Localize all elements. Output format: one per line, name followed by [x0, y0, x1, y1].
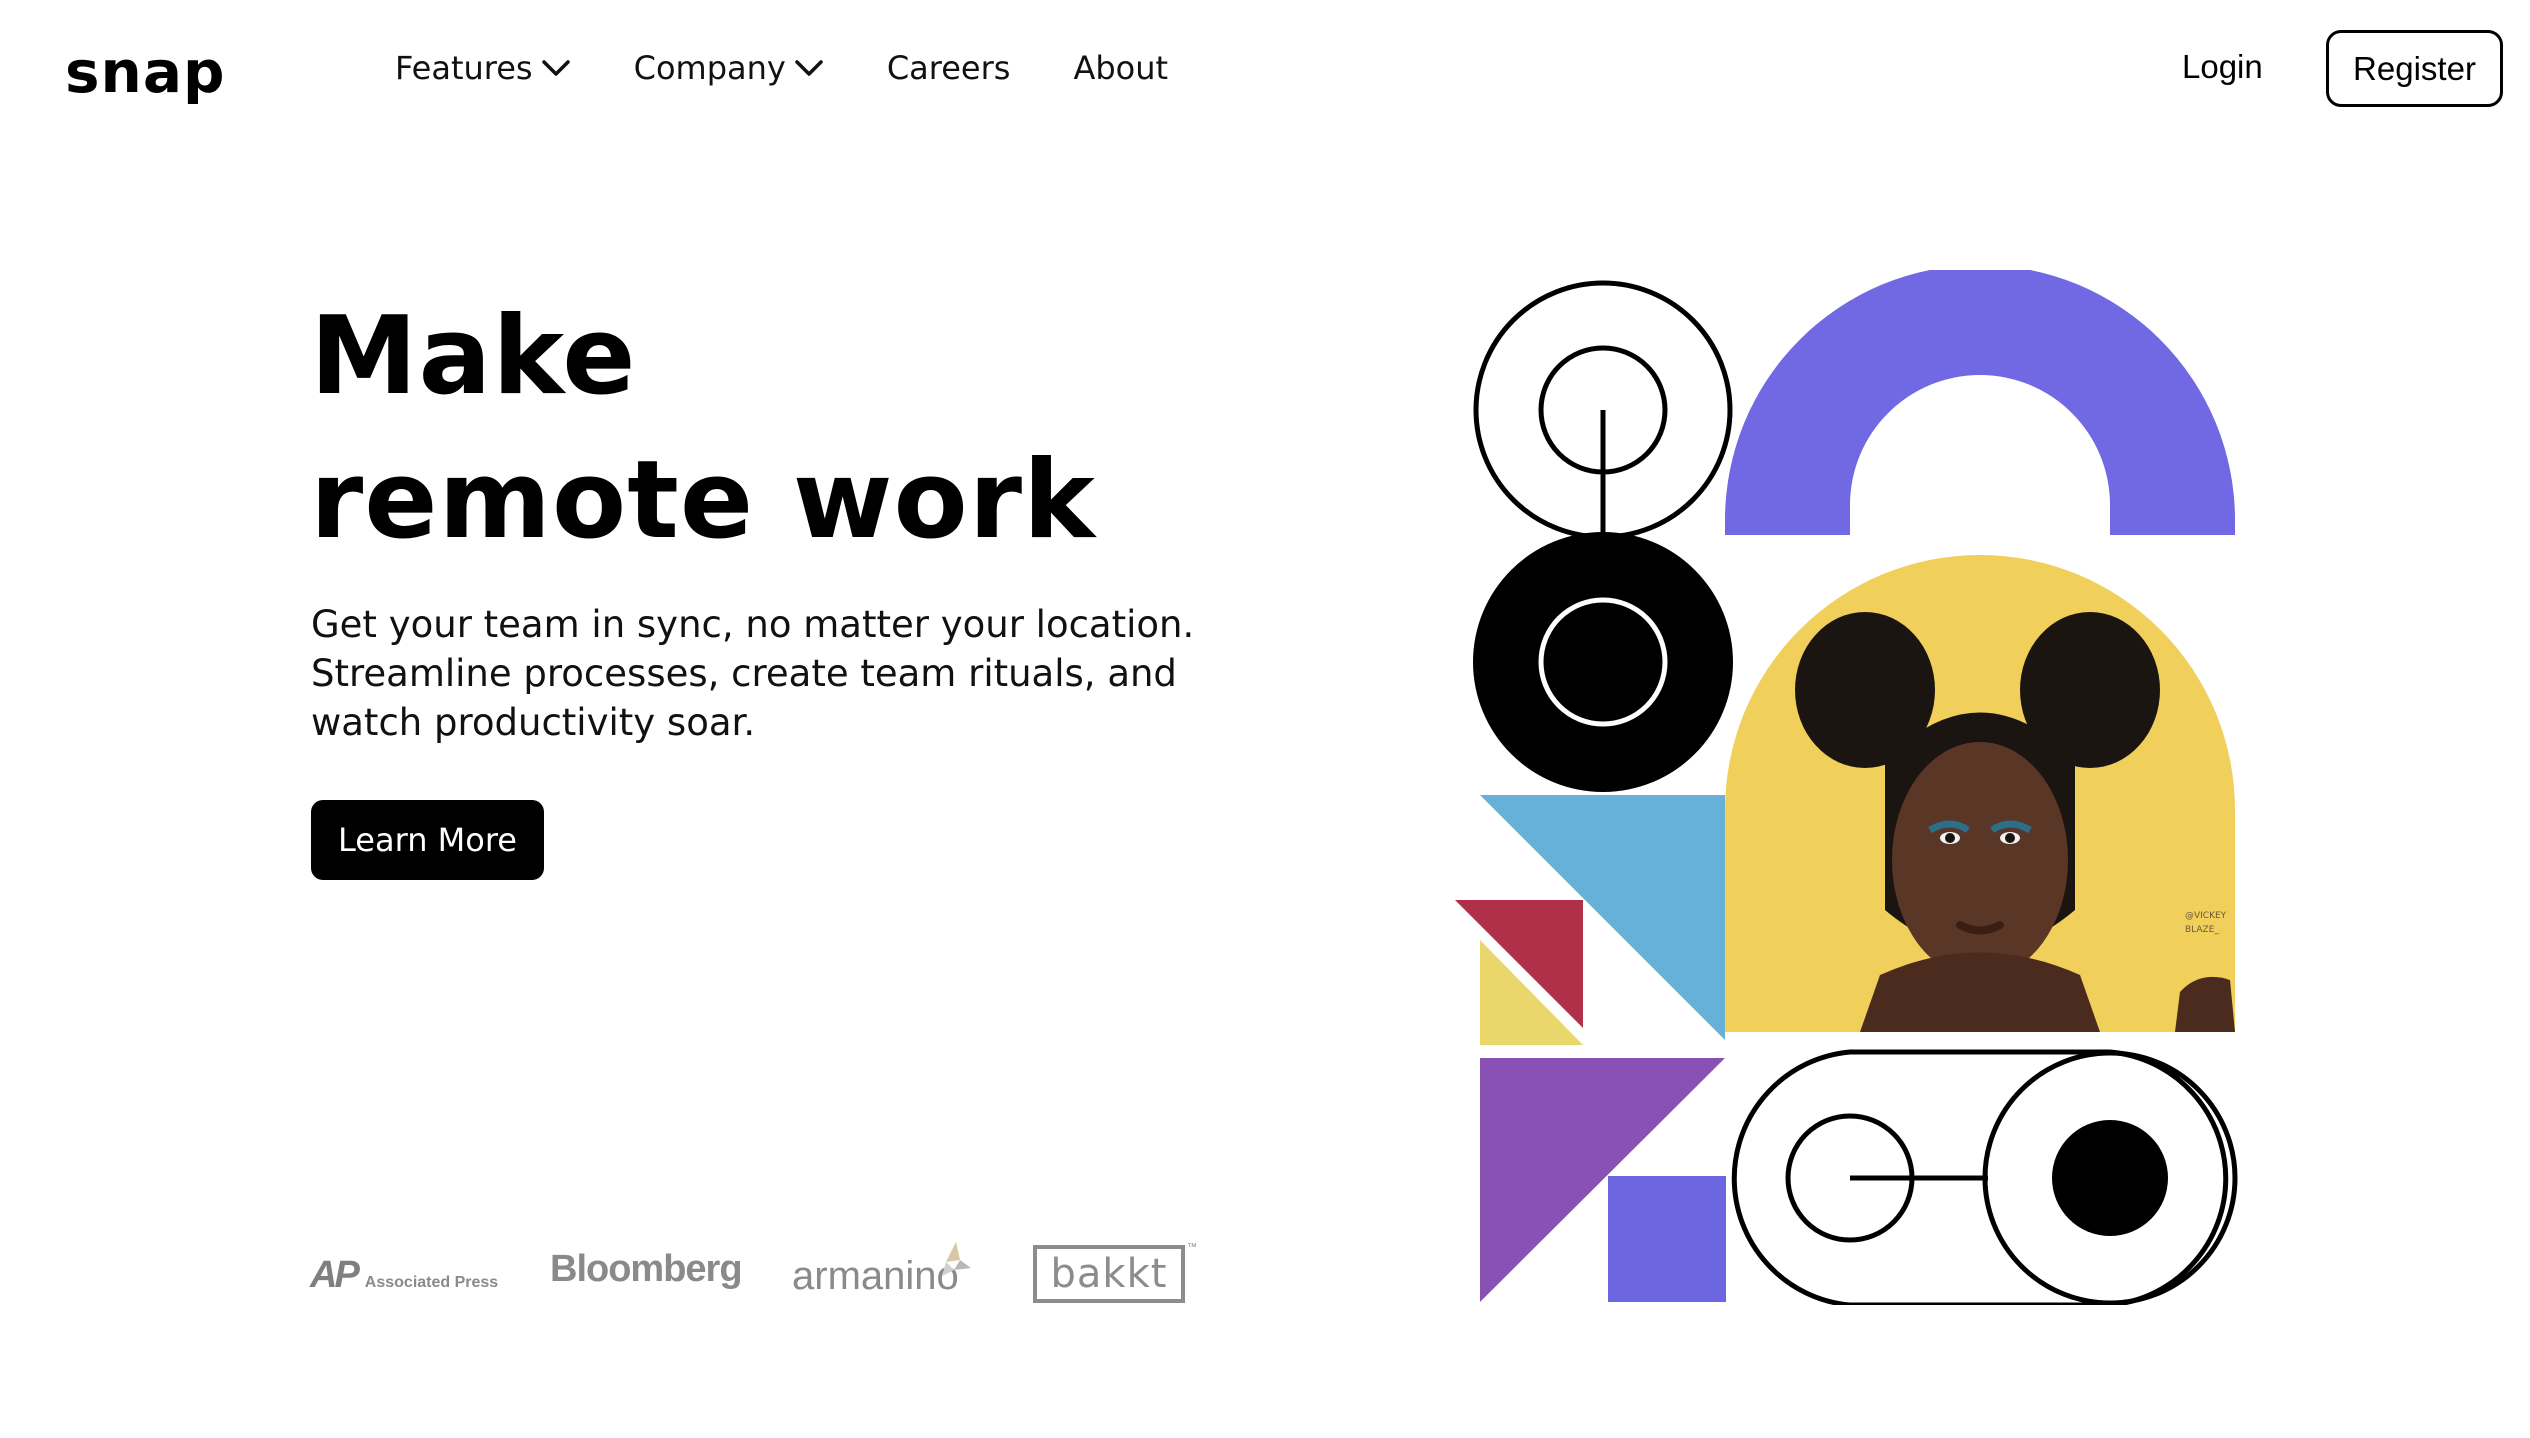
nav-features-label: Features	[395, 49, 533, 87]
bakkt-logo: bakkt	[1033, 1245, 1185, 1303]
bakkt-trademark: ™	[1187, 1242, 1197, 1253]
main-nav: Features Company Careers About	[395, 48, 1231, 88]
hero-illustration: @VICKEY BLAZE_	[1455, 270, 2238, 1305]
ap-wordmark: Associated Press	[364, 1274, 499, 1291]
black-circle	[1473, 532, 1733, 792]
bloomberg-logo: Bloomberg	[550, 1248, 743, 1290]
purple-arch	[1725, 270, 2235, 535]
hero-title: Make remote work	[310, 285, 1096, 573]
nav-careers[interactable]: Careers	[887, 49, 1011, 87]
ap-mark: AP	[310, 1254, 360, 1296]
hero-description-line-2: Streamline processes, create team ritual…	[311, 652, 1177, 695]
portrait-photo: @VICKEY BLAZE_	[1725, 555, 2235, 1032]
hero-description: Get your team in sync, no matter your lo…	[311, 600, 1231, 747]
armanino-star-icon	[942, 1242, 971, 1276]
chevron-down-icon	[541, 60, 570, 76]
hero-title-line-2: remote work	[310, 438, 1096, 563]
hero-description-line-1: Get your team in sync, no matter your lo…	[311, 603, 1195, 646]
photo-credit-line-2: BLAZE_	[2185, 925, 2219, 935]
chevron-down-icon	[795, 60, 823, 76]
outline-circle-top	[1473, 280, 1733, 540]
nav-features[interactable]: Features	[395, 49, 571, 87]
armanino-logo: armanino	[792, 1254, 959, 1298]
register-button[interactable]: Register	[2326, 30, 2503, 107]
snap-logo[interactable]: snap	[65, 38, 225, 106]
nav-company-label: Company	[633, 49, 786, 87]
hero-description-line-3: watch productivity soar.	[311, 701, 756, 744]
hero-title-line-1: Make	[310, 294, 637, 419]
associated-press-logo: AP Associated Press	[310, 1254, 498, 1297]
photo-credit-line-1: @VICKEY	[2185, 911, 2227, 921]
indigo-square	[1608, 1176, 1726, 1302]
learn-more-button[interactable]: Learn More	[311, 800, 544, 880]
nav-company[interactable]: Company	[634, 49, 824, 87]
pill-shape	[1731, 1049, 2238, 1305]
nav-about[interactable]: About	[1073, 49, 1168, 87]
login-link[interactable]: Login	[2182, 48, 2263, 86]
